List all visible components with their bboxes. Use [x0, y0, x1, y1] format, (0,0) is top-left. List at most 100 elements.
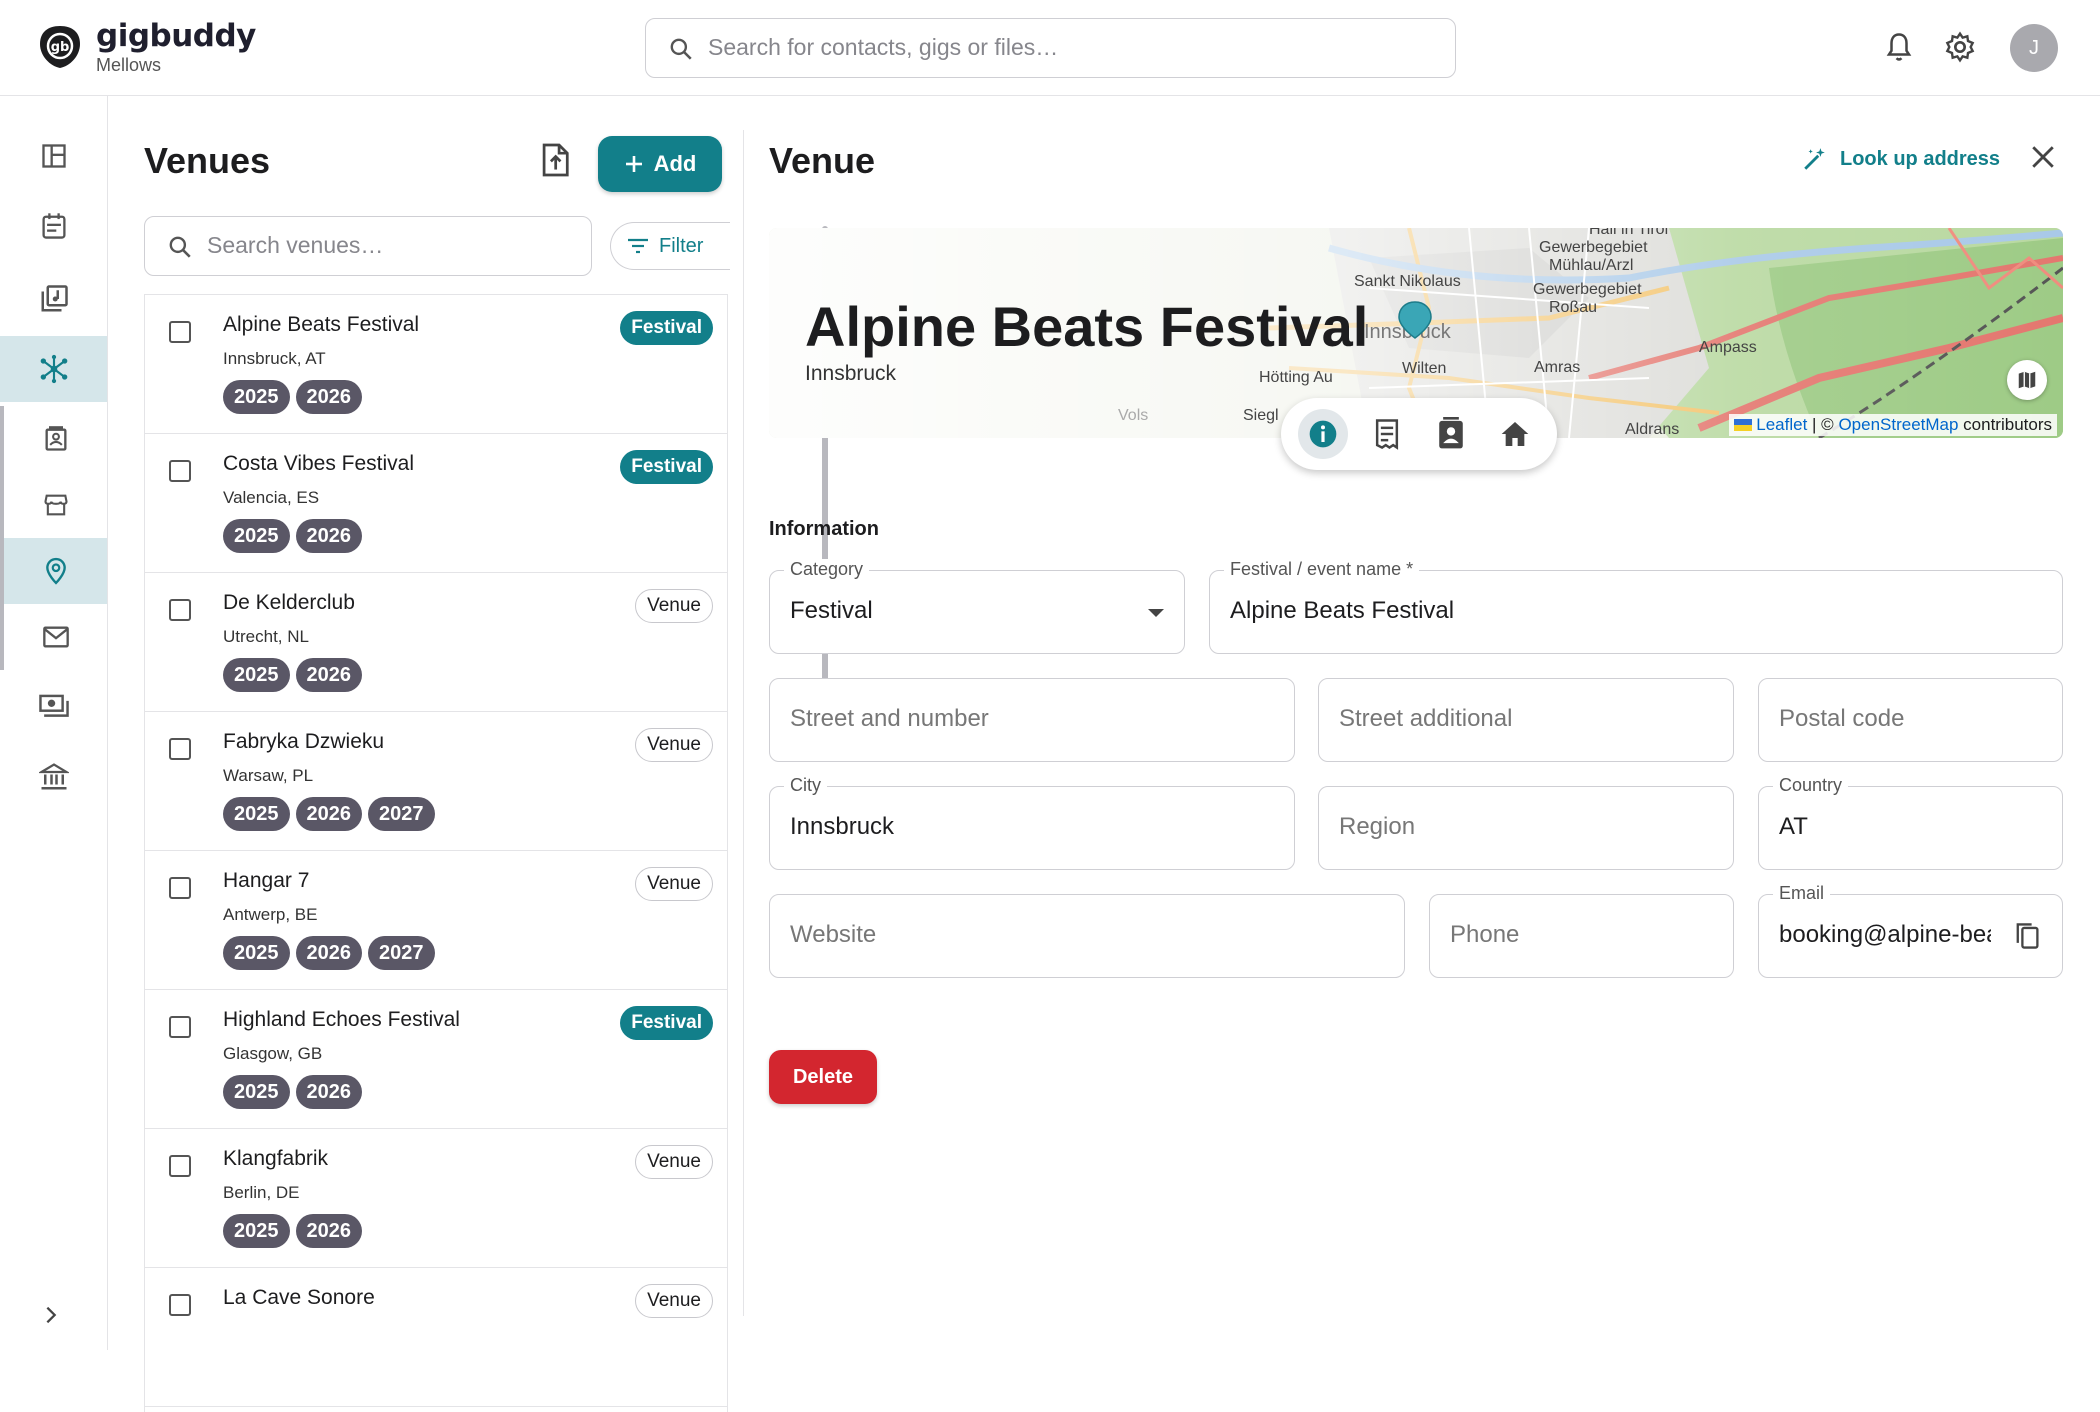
bell-icon[interactable] [1884, 30, 1914, 64]
venue-location: Warsaw, PL [223, 766, 314, 785]
list-item[interactable]: Klangfabrik Berlin, DE Venue 2025 2026 [145, 1129, 727, 1268]
website-field[interactable]: Website [769, 894, 1405, 978]
map-layers-button[interactable] [2007, 360, 2047, 400]
chevron-right-icon[interactable] [40, 1304, 62, 1326]
type-badge: Festival [620, 1006, 713, 1040]
map-icon [2018, 371, 2036, 389]
row-checkbox[interactable] [169, 877, 191, 899]
row-checkbox[interactable] [169, 460, 191, 482]
user-avatar[interactable]: J [2010, 24, 2058, 72]
nav-venues[interactable] [0, 538, 107, 604]
tab-notes[interactable] [1362, 409, 1412, 459]
venue-location: Innsbruck, AT [223, 349, 326, 368]
year-chip: 2025 [223, 380, 290, 414]
list-item[interactable]: Alpine Beats Festival Innsbruck, AT Fest… [145, 295, 727, 434]
dropdown-caret-icon [1148, 609, 1164, 617]
tab-contacts[interactable] [1426, 409, 1476, 459]
gigbuddy-logo-icon[interactable]: gb [38, 24, 82, 70]
event-name-field[interactable]: Festival / event name * Alpine Beats Fes… [1209, 559, 2063, 654]
venue-list: Alpine Beats Festival Innsbruck, AT Fest… [144, 294, 728, 1412]
nav-stores[interactable] [0, 472, 107, 538]
nav-network[interactable] [0, 336, 107, 402]
map-label: Siegl [1243, 407, 1279, 424]
map-label: Gewerbegebiet [1539, 239, 1648, 256]
look-up-address-button[interactable]: Look up address [1802, 146, 2000, 172]
list-item[interactable]: Highland Echoes Festival Glasgow, GB Fes… [145, 990, 727, 1129]
gear-icon[interactable] [1944, 30, 1976, 64]
country-value: AT [1779, 813, 1808, 840]
year-chips: 2025 2026 [223, 1075, 362, 1109]
list-item[interactable]: Fabryka Dzwieku Warsaw, PL Venue 2025 20… [145, 712, 727, 851]
nav-institutions[interactable] [0, 744, 107, 810]
row-checkbox[interactable] [169, 321, 191, 343]
region-field[interactable]: Region [1318, 786, 1734, 870]
osm-link[interactable]: OpenStreetMap [1838, 415, 1958, 434]
postal-code-field[interactable]: Postal code [1758, 678, 2063, 762]
list-item[interactable]: La Cave Sonore Venue [145, 1268, 727, 1407]
nav-calendar[interactable] [0, 193, 107, 259]
nav-contacts[interactable] [0, 406, 107, 472]
row-checkbox[interactable] [169, 1016, 191, 1038]
page-title: Venues [144, 140, 271, 181]
email-value: booking@alpine-bea [1779, 921, 1991, 948]
close-icon[interactable] [2030, 144, 2056, 170]
global-search[interactable] [645, 18, 1456, 78]
category-select[interactable]: Category Festival [769, 559, 1185, 654]
list-item[interactable]: De Kelderclub Utrecht, NL Venue 2025 202… [145, 573, 727, 712]
list-item[interactable]: Hangar 7 Antwerp, BE Venue 2025 2026 202… [145, 851, 727, 990]
row-checkbox[interactable] [169, 1294, 191, 1316]
row-checkbox[interactable] [169, 738, 191, 760]
row-checkbox[interactable] [169, 599, 191, 621]
row-checkbox[interactable] [169, 1155, 191, 1177]
type-badge: Venue [635, 1145, 713, 1179]
tab-info[interactable] [1298, 409, 1348, 459]
venue-search-input[interactable] [207, 217, 577, 274]
venue-name: Hangar 7 [223, 869, 310, 892]
year-chips: 2025 2026 [223, 380, 362, 414]
venue-location: Utrecht, NL [223, 627, 309, 646]
leaflet-link[interactable]: Leaflet [1756, 415, 1807, 434]
look-up-address-label: Look up address [1840, 147, 2001, 170]
venue-location: Glasgow, GB [223, 1044, 323, 1063]
map-attribution: Leaflet | © OpenStreetMap contributors [1728, 414, 2057, 436]
country-field[interactable]: Country AT [1758, 775, 2063, 870]
phone-field[interactable]: Phone [1429, 894, 1734, 978]
info-icon [1309, 420, 1337, 448]
venue-search[interactable] [144, 216, 592, 276]
map-venue-title: Alpine Beats Festival [805, 295, 1369, 358]
delete-button[interactable]: Delete [769, 1050, 877, 1104]
tab-venue-building[interactable] [1490, 409, 1540, 459]
type-badge: Venue [635, 867, 713, 901]
venue-name: Highland Echoes Festival [223, 1008, 460, 1031]
global-search-input[interactable] [708, 19, 1428, 76]
add-venue-button[interactable]: Add [598, 136, 722, 192]
plus-icon [625, 156, 642, 172]
street-field[interactable]: Street and number [769, 678, 1295, 762]
street-additional-field[interactable]: Street additional [1318, 678, 1734, 762]
type-badge: Festival [620, 311, 713, 345]
filter-button[interactable]: Filter [610, 222, 730, 270]
nav-finance[interactable] [0, 674, 107, 740]
ukraine-flag-icon [1733, 419, 1752, 431]
file-upload-icon[interactable] [540, 142, 570, 178]
nav-mail[interactable] [0, 604, 107, 670]
map-label: Mühlau/Arzl [1549, 257, 1633, 274]
phone-placeholder: Phone [1450, 921, 1520, 948]
attribution-tail: contributors [1958, 415, 2052, 434]
email-field[interactable]: Email booking@alpine-bea [1758, 883, 2063, 978]
venue-location: Antwerp, BE [223, 905, 318, 924]
nav-dashboard[interactable] [0, 123, 107, 189]
map-label: Sankt Nikolaus [1354, 273, 1461, 290]
store-icon [43, 494, 68, 516]
network-icon [40, 354, 67, 384]
postal-code-placeholder: Postal code [1779, 705, 1905, 732]
attribution-separator: | © [1807, 415, 1839, 434]
year-chip: 2027 [368, 936, 435, 970]
copy-icon[interactable] [2014, 921, 2040, 951]
city-field[interactable]: City Innsbruck [769, 775, 1295, 870]
venue-name: De Kelderclub [223, 591, 355, 614]
house-icon [1501, 422, 1529, 446]
nav-music[interactable] [0, 266, 107, 332]
list-item[interactable]: Costa Vibes Festival Valencia, ES Festiv… [145, 434, 727, 573]
website-placeholder: Website [790, 921, 877, 948]
